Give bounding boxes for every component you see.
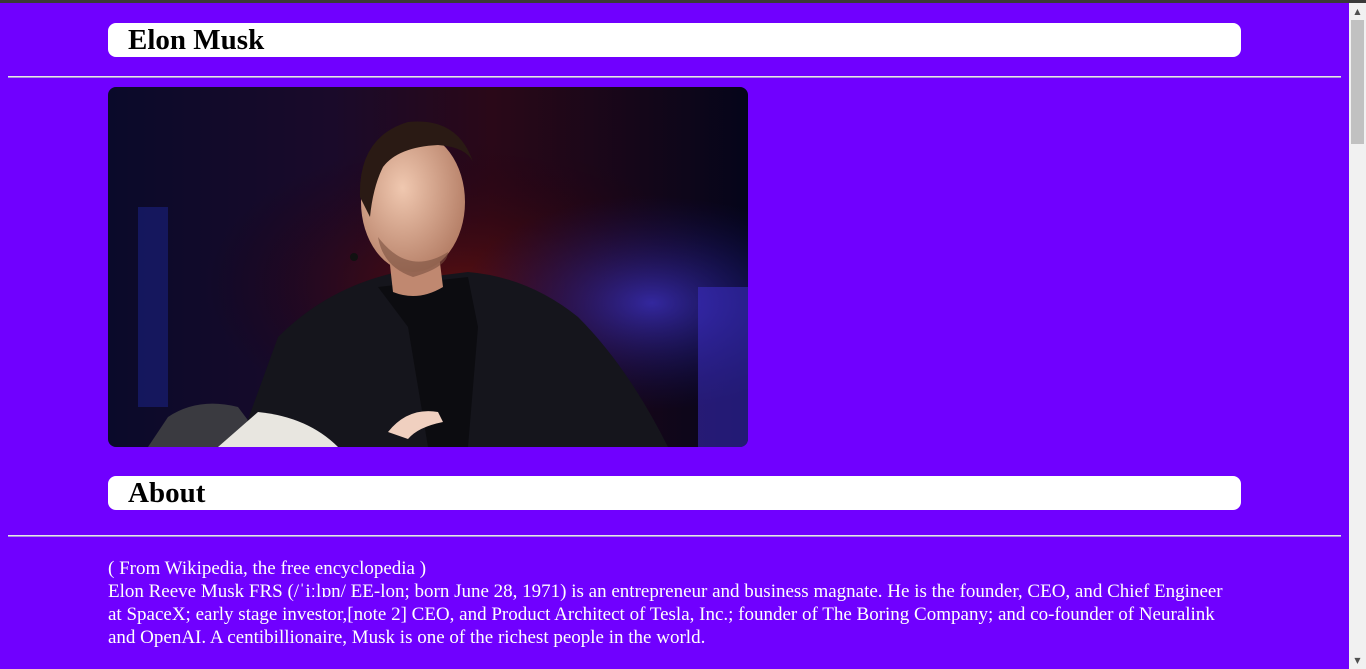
- page: Elon Musk About (From Wikipedia, the fr…: [0, 3, 1349, 669]
- about-text: Elon Reeve Musk FRS (/ˈiːlɒn/ EE-lon; bo…: [108, 581, 1223, 648]
- scrollbar-thumb[interactable]: [1351, 20, 1364, 144]
- scroll-down-icon[interactable]: ▼: [1349, 652, 1366, 669]
- divider-top: [8, 76, 1341, 78]
- about-source: ( From Wikipedia, the free encyclopedia …: [108, 558, 427, 579]
- profile-photo-image: [108, 87, 748, 447]
- scroll-up-icon[interactable]: ▲: [1349, 3, 1366, 20]
- divider-about: [8, 535, 1341, 537]
- page-title: Elon Musk: [128, 24, 265, 56]
- about-heading: About: [128, 477, 206, 509]
- about-heading-box: About: [108, 476, 1241, 510]
- vertical-scrollbar[interactable]: ▲ ▼: [1349, 3, 1366, 669]
- about-content: ( From Wikipedia, the free encyclopedia …: [108, 557, 1228, 649]
- profile-photo: [108, 87, 748, 447]
- title-box: Elon Musk: [108, 23, 1241, 57]
